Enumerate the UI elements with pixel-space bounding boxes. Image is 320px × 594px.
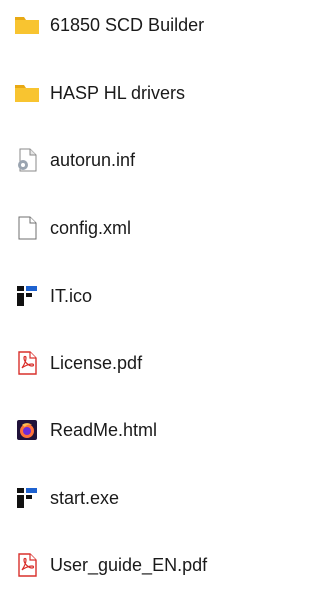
- file-name: ReadMe.html: [50, 420, 158, 440]
- file-name: User_guide_EN.pdf: [50, 555, 208, 575]
- file-name: start.exe: [50, 488, 120, 508]
- pdf-icon: [14, 552, 40, 578]
- file-item-start-exe[interactable]: start.exe: [0, 478, 273, 518]
- file-item-license-pdf[interactable]: License.pdf: [0, 343, 273, 383]
- app-logo-icon: [14, 485, 40, 511]
- file-name: License.pdf: [50, 353, 143, 373]
- folder-icon: [14, 12, 40, 38]
- firefox-icon: [14, 417, 40, 443]
- file-item-it-ico[interactable]: IT.ico: [0, 276, 273, 316]
- file-name: autorun.inf: [50, 150, 136, 170]
- file-item-autorun-inf[interactable]: autorun.inf: [0, 140, 273, 180]
- app-logo-icon: [14, 283, 40, 309]
- file-list: 61850 SCD Builder HASP HL drivers autoru…: [0, 0, 273, 594]
- file-name: config.xml: [50, 218, 132, 238]
- settings-file-icon: [14, 147, 40, 173]
- file-item-user-guide-en-pdf[interactable]: User_guide_EN.pdf: [0, 545, 273, 585]
- file-name: HASP HL drivers: [50, 83, 186, 103]
- folder-icon: [14, 80, 40, 106]
- file-name: IT.ico: [50, 286, 93, 306]
- file-item-hasp-hl-drivers[interactable]: HASP HL drivers: [0, 73, 273, 113]
- file-item-config-xml[interactable]: config.xml: [0, 208, 273, 248]
- file-item-readme-html[interactable]: ReadMe.html: [0, 410, 273, 450]
- file-name: 61850 SCD Builder: [50, 15, 205, 35]
- pdf-icon: [14, 350, 40, 376]
- file-item-61850-scd-builder[interactable]: 61850 SCD Builder: [0, 5, 273, 45]
- blank-file-icon: [14, 215, 40, 241]
